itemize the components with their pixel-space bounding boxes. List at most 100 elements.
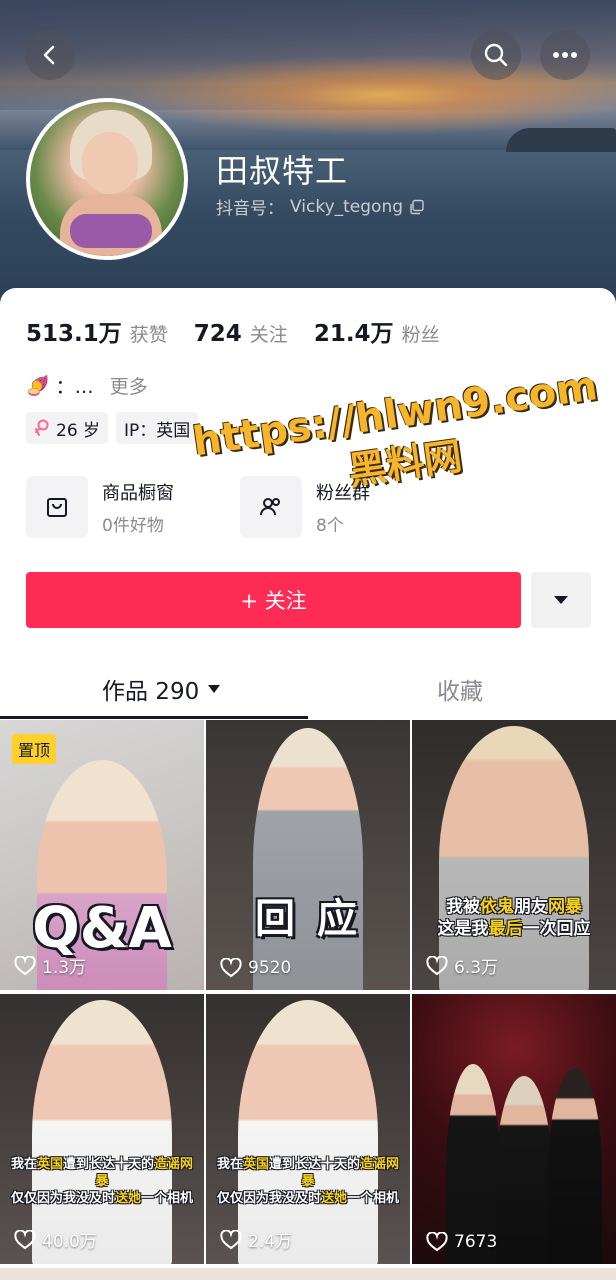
caption-highlight: 英国 xyxy=(242,1157,269,1172)
person-figure xyxy=(238,1000,378,1264)
caption-segment: 一个相机 xyxy=(141,1191,194,1206)
stat-label: 粉丝 xyxy=(401,324,440,346)
caption-segment: 一次回应 xyxy=(522,919,591,939)
copy-icon[interactable] xyxy=(409,199,425,215)
shop-icon-box xyxy=(26,476,88,538)
likes-count: 6.3万 xyxy=(454,958,499,978)
video-likes: 7673 xyxy=(426,1232,497,1252)
caption-line: 仅仅因为我没及时送她一个相机 xyxy=(212,1190,404,1207)
avatar-face xyxy=(82,132,138,194)
person-figure xyxy=(496,1076,553,1264)
profile-handle: 抖音号： Vicky_tegong xyxy=(216,194,425,219)
video-overlay-caption: 我在英国遭到长达十天的造谣网暴 仅仅因为我没及时送她一个相机 xyxy=(6,1156,198,1207)
age-tag: 26 岁 xyxy=(26,412,109,444)
caption-highlight: 最后 xyxy=(488,919,523,939)
active-tab-indicator xyxy=(0,716,308,719)
caption-segment: 一个相机 xyxy=(347,1191,400,1206)
stat-label: 获赞 xyxy=(129,324,168,346)
caption-segment: 我在 xyxy=(10,1157,37,1172)
video-likes: 2.4万 xyxy=(220,1227,292,1252)
video-grid: 置顶 Q&A 1.3万 回 应 9520 我被依鬼朋友网暴 这是我最后一次回应 … xyxy=(0,720,616,1280)
shop-title: 商品橱窗 xyxy=(102,482,174,504)
video-overlay-title: Q&A xyxy=(32,896,172,961)
video-overlay-caption: 我在英国遭到长达十天的造谣网暴 仅仅因为我没及时送她一个相机 xyxy=(212,1156,404,1207)
caret-down-icon xyxy=(554,596,568,604)
caption-line: 仅仅因为我没及时送她一个相机 xyxy=(6,1190,198,1207)
person-figure xyxy=(253,728,363,990)
tab-works[interactable]: 作品 290 xyxy=(102,672,221,706)
stat-following[interactable]: 724 关注 xyxy=(194,320,288,347)
handle-value: Vicky_tegong xyxy=(290,196,404,217)
caption-segment: 我被 xyxy=(446,897,480,917)
caption-highlight: 送她 xyxy=(114,1191,141,1206)
person-figure xyxy=(439,726,589,990)
caption-segment: 遭到长达十天的 xyxy=(269,1157,361,1172)
tab-favorites-label: 收藏 xyxy=(437,679,483,705)
stat-label: 关注 xyxy=(249,324,288,346)
caption-highlight: 依鬼 xyxy=(480,897,514,917)
video-overlay-caption: 我被依鬼朋友网暴 这是我最后一次回应 xyxy=(418,896,610,940)
profile-stats: 513.1万 获赞 724 关注 21.4万 粉丝 xyxy=(26,314,440,348)
group-subtitle: 8个 xyxy=(316,515,344,536)
likes-count: 9520 xyxy=(248,958,292,978)
video-tile[interactable]: 我在英国遭到长达十天的造谣网暴 仅仅因为我没及时送她一个相机 40.0万 xyxy=(0,994,204,1264)
video-likes: 6.3万 xyxy=(426,953,498,978)
video-tile[interactable]: 我被依鬼朋友网暴 这是我最后一次回应 6.3万 xyxy=(412,720,616,990)
caption-highlight: 网暴 xyxy=(548,897,582,917)
cover-clouds xyxy=(0,0,616,110)
pinned-badge: 置顶 xyxy=(12,734,57,764)
heart-icon xyxy=(220,958,242,978)
bio: 🍠 ：… 更多 xyxy=(26,372,148,399)
video-tile[interactable]: 回 应 9520 xyxy=(206,720,410,990)
likes-count: 7673 xyxy=(454,1232,498,1252)
avatar[interactable] xyxy=(26,98,188,260)
video-likes: 40.0万 xyxy=(14,1227,97,1252)
bio-more-link[interactable]: 更多 xyxy=(110,372,148,399)
caption-segment: 仅仅因为我没及时 xyxy=(10,1191,115,1206)
next-row-peek xyxy=(0,1268,616,1280)
caption-line: 我在英国遭到长达十天的造谣网暴 xyxy=(6,1156,198,1190)
shop-window-entry[interactable]: 商品橱窗 0件好物 xyxy=(26,476,174,538)
avatar-top xyxy=(70,214,152,248)
more-button[interactable] xyxy=(540,30,590,80)
person-figure xyxy=(548,1068,603,1264)
profile-name: 田叔特工 xyxy=(216,152,349,190)
likes-count: 2.4万 xyxy=(248,1232,293,1252)
heart-icon xyxy=(14,955,36,975)
likes-count: 1.3万 xyxy=(42,958,87,978)
tab-favorites[interactable]: 收藏 xyxy=(437,672,483,706)
video-tile[interactable]: 置顶 Q&A 1.3万 xyxy=(0,720,204,990)
video-likes: 9520 xyxy=(220,958,291,978)
cover-island xyxy=(506,128,616,152)
person-figure xyxy=(32,1000,172,1264)
shopping-bag-icon xyxy=(47,498,67,517)
video-tile[interactable]: 我在英国遭到长达十天的造谣网暴 仅仅因为我没及时送她一个相机 2.4万 xyxy=(206,994,410,1264)
caption-segment: 这是我 xyxy=(437,919,489,939)
search-icon xyxy=(484,43,508,67)
age-text: 26 岁 xyxy=(56,420,101,441)
caption-segment: 遭到长达十天的 xyxy=(63,1157,155,1172)
shop-subtitle: 0件好物 xyxy=(102,515,164,536)
bio-text: ：… xyxy=(55,376,94,398)
back-button[interactable] xyxy=(25,30,75,80)
caption-line: 这是我最后一次回应 xyxy=(418,918,610,940)
caption-segment: 朋友 xyxy=(514,897,548,917)
stat-value: 513.1万 xyxy=(26,321,122,347)
recommend-dropdown-button[interactable] xyxy=(531,572,591,628)
caption-segment: 我在 xyxy=(216,1157,243,1172)
stat-followers[interactable]: 21.4万 粉丝 xyxy=(314,314,440,348)
video-likes: 1.3万 xyxy=(14,953,86,978)
stat-value: 724 xyxy=(193,321,242,347)
stat-likes[interactable]: 513.1万 获赞 xyxy=(26,314,168,348)
search-button[interactable] xyxy=(471,30,521,80)
caption-line: 我被依鬼朋友网暴 xyxy=(418,896,610,918)
follow-button[interactable]: + 关注 xyxy=(26,572,521,628)
handle-label: 抖音号： xyxy=(216,199,284,219)
sweet-potato-emoji: 🍠 xyxy=(26,375,50,397)
ip-tag: IP：英国 xyxy=(116,412,199,444)
heart-icon xyxy=(14,1229,36,1249)
caret-down-icon xyxy=(208,685,221,693)
more-horizontal-icon xyxy=(553,52,577,58)
video-tile[interactable]: 7673 xyxy=(412,994,616,1264)
heart-icon xyxy=(220,1229,242,1249)
